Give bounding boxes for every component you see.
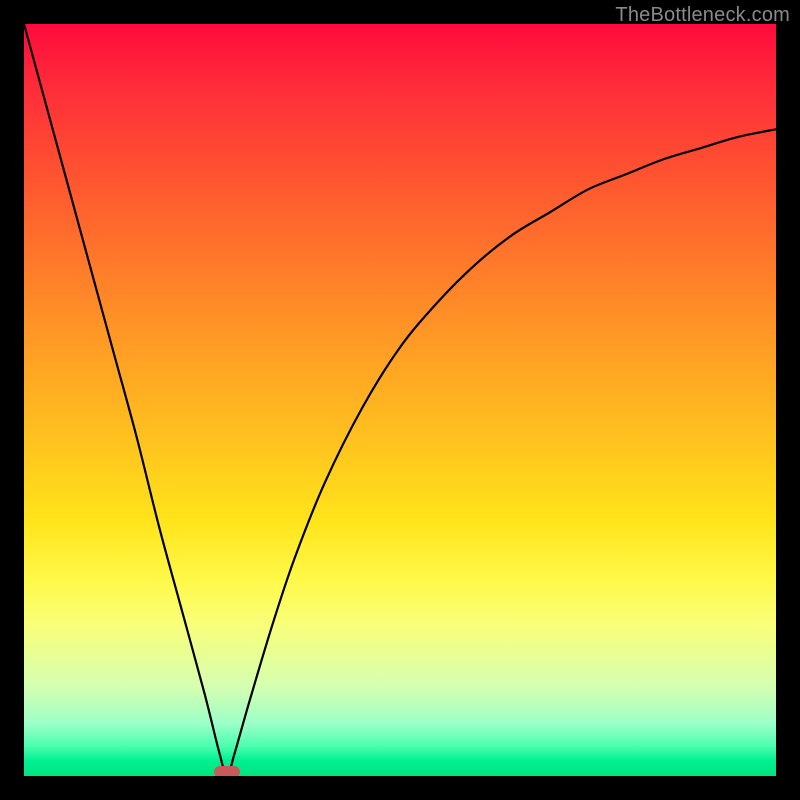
bottleneck-curve [24, 24, 776, 776]
plot-area [24, 24, 776, 776]
watermark-text: TheBottleneck.com [615, 4, 790, 27]
minimum-marker [214, 766, 240, 776]
chart-frame: TheBottleneck.com [0, 0, 800, 800]
